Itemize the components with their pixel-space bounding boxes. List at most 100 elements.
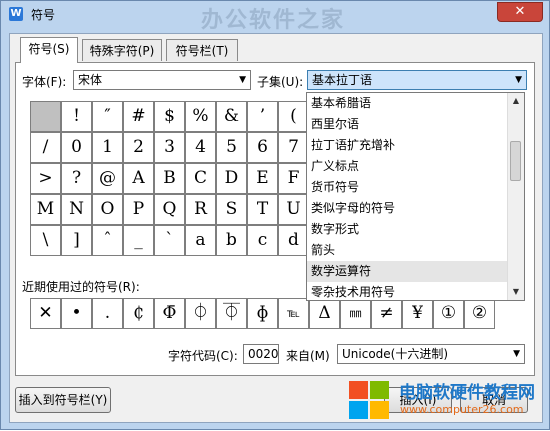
symbol-cell[interactable]: a bbox=[185, 225, 216, 256]
dropdown-item[interactable]: 数字形式 bbox=[307, 219, 508, 240]
tab-special-chars[interactable]: 特殊字符(P) bbox=[82, 39, 162, 61]
symbol-cell[interactable]: # bbox=[123, 101, 154, 132]
dropdown-item[interactable]: 西里尔语 bbox=[307, 114, 508, 135]
brand-url: www.computer26.com bbox=[400, 403, 524, 416]
dropdown-item[interactable]: 箭头 bbox=[307, 240, 508, 261]
recent-symbol-cell[interactable]: ㎜ bbox=[340, 298, 371, 329]
close-button[interactable]: ✕ bbox=[497, 2, 543, 22]
symbol-cell[interactable]: _ bbox=[123, 225, 154, 256]
from-value: Unicode(十六进制) bbox=[342, 347, 449, 361]
symbol-cell[interactable]: 1 bbox=[92, 132, 123, 163]
symbol-cell[interactable]: S bbox=[216, 194, 247, 225]
symbol-cell[interactable]: N bbox=[61, 194, 92, 225]
symbol-cell[interactable]: 5 bbox=[216, 132, 247, 163]
symbol-cell[interactable]: % bbox=[185, 101, 216, 132]
subset-value: 基本拉丁语 bbox=[312, 73, 373, 87]
symbol-cell[interactable]: 7 bbox=[278, 132, 309, 163]
watermark: 办公软件之家 bbox=[201, 8, 346, 33]
symbol-cell[interactable]: E bbox=[247, 163, 278, 194]
symbol-cell[interactable]: Q bbox=[154, 194, 185, 225]
symbol-cell[interactable]: M bbox=[30, 194, 61, 225]
recent-symbol-cell[interactable]: ① bbox=[433, 298, 464, 329]
insert-to-symbol-bar-button[interactable]: 插入到符号栏(Y) bbox=[15, 387, 111, 413]
scroll-up-icon[interactable]: ▲ bbox=[508, 93, 524, 109]
symbol-cell[interactable]: ? bbox=[61, 163, 92, 194]
site-logo: 电脑软硬件教程网 www.computer26.com bbox=[344, 374, 550, 431]
symbol-cell[interactable]: U bbox=[278, 194, 309, 225]
subset-select[interactable]: 基本拉丁语 ▼ bbox=[307, 70, 527, 90]
symbol-cell[interactable] bbox=[30, 101, 61, 132]
recent-symbol-cell[interactable]: ② bbox=[464, 298, 495, 329]
window-title: 符号 bbox=[31, 8, 56, 22]
symbol-dialog: W 符号 办公软件之家 ✕ 符号(S) 特殊字符(P) 符号栏(T) 字体(F)… bbox=[0, 0, 550, 430]
from-select[interactable]: Unicode(十六进制) ▼ bbox=[337, 344, 525, 364]
brand-name: 电脑软硬件教程网 bbox=[399, 383, 535, 403]
recent-symbol-cell[interactable]: ₵ bbox=[123, 298, 154, 329]
symbol-cell[interactable]: / bbox=[30, 132, 61, 163]
symbol-cell[interactable]: 3 bbox=[154, 132, 185, 163]
symbol-cell[interactable]: C bbox=[185, 163, 216, 194]
symbol-cell[interactable]: ` bbox=[154, 225, 185, 256]
dropdown-item[interactable]: 货币符号 bbox=[307, 177, 508, 198]
wps-writer-icon: W bbox=[9, 7, 23, 21]
symbol-cell[interactable]: ˆ bbox=[92, 225, 123, 256]
scroll-down-icon[interactable]: ▼ bbox=[508, 284, 524, 300]
font-select[interactable]: 宋体 ▼ bbox=[73, 70, 251, 90]
recent-symbol-cell[interactable]: • bbox=[61, 298, 92, 329]
symbol-cell[interactable]: > bbox=[30, 163, 61, 194]
recent-symbol-cell[interactable]: ¥ bbox=[402, 298, 433, 329]
dropdown-item[interactable]: 基本希腊语 bbox=[307, 93, 508, 114]
symbol-cell[interactable]: R bbox=[185, 194, 216, 225]
tab-symbol-bar[interactable]: 符号栏(T) bbox=[166, 39, 238, 61]
dropdown-item[interactable]: 数学运算符 bbox=[307, 261, 508, 282]
subset-label: 子集(U): bbox=[257, 75, 304, 89]
windows-logo-icon bbox=[349, 381, 391, 421]
dropdown-scrollbar[interactable]: ▲ ▼ bbox=[507, 93, 524, 300]
symbol-cell[interactable]: ( bbox=[278, 101, 309, 132]
char-code-label: 字符代码(C): bbox=[168, 349, 238, 363]
recent-symbol-cell[interactable]: ✕ bbox=[30, 298, 61, 329]
symbol-cell[interactable]: c bbox=[247, 225, 278, 256]
recent-symbol-cell[interactable]: ℡ bbox=[278, 298, 309, 329]
symbol-cell[interactable]: & bbox=[216, 101, 247, 132]
symbol-cell[interactable]: A bbox=[123, 163, 154, 194]
dropdown-item[interactable]: 广义标点 bbox=[307, 156, 508, 177]
symbol-cell[interactable]: ] bbox=[61, 225, 92, 256]
symbol-cell[interactable]: 2 bbox=[123, 132, 154, 163]
recent-symbol-cell[interactable]: Φ̄ bbox=[154, 298, 185, 329]
symbol-cell[interactable]: P bbox=[123, 194, 154, 225]
tab-symbols[interactable]: 符号(S) bbox=[20, 37, 78, 63]
dropdown-item[interactable]: 拉丁语扩充增补 bbox=[307, 135, 508, 156]
font-label: 字体(F): bbox=[22, 75, 67, 89]
symbol-cell[interactable]: ″ bbox=[92, 101, 123, 132]
recent-symbol-cell[interactable]: ⏀ bbox=[185, 298, 216, 329]
symbol-cell[interactable]: O bbox=[92, 194, 123, 225]
dropdown-item[interactable]: 零杂技术用符号 bbox=[307, 282, 508, 300]
symbol-cell[interactable]: ’ bbox=[247, 101, 278, 132]
chevron-down-icon: ▼ bbox=[239, 75, 246, 85]
symbol-cell[interactable]: T bbox=[247, 194, 278, 225]
symbol-cell[interactable]: 0 bbox=[61, 132, 92, 163]
symbol-cell[interactable]: 4 bbox=[185, 132, 216, 163]
char-code-input[interactable]: 0020 bbox=[243, 344, 279, 364]
recent-symbol-cell[interactable]: . bbox=[92, 298, 123, 329]
recent-symbol-cell[interactable]: ɸ bbox=[247, 298, 278, 329]
recent-symbol-cell[interactable]: ⏁ bbox=[216, 298, 247, 329]
symbol-cell[interactable]: \ bbox=[30, 225, 61, 256]
recent-symbol-cell[interactable]: ≠ bbox=[371, 298, 402, 329]
symbol-cell[interactable]: D bbox=[216, 163, 247, 194]
symbol-cell[interactable]: B bbox=[154, 163, 185, 194]
subset-dropdown-list[interactable]: 基本希腊语 西里尔语 拉丁语扩充增补 广义标点 货币符号 类似字母的符号 数字形式 箭头 数学运… bbox=[306, 92, 525, 301]
symbol-cell[interactable]: F bbox=[278, 163, 309, 194]
scroll-thumb[interactable] bbox=[510, 141, 521, 181]
symbol-cell[interactable]: d bbox=[278, 225, 309, 256]
symbol-cell[interactable]: 6 bbox=[247, 132, 278, 163]
recent-symbol-cell[interactable]: Δ bbox=[309, 298, 340, 329]
symbol-cell[interactable]: @ bbox=[92, 163, 123, 194]
title-bar[interactable]: W 符号 办公软件之家 ✕ bbox=[1, 1, 549, 33]
dropdown-item[interactable]: 类似字母的符号 bbox=[307, 198, 508, 219]
from-label: 来自(M) bbox=[286, 349, 330, 363]
symbol-cell[interactable]: ! bbox=[61, 101, 92, 132]
symbol-cell[interactable]: b bbox=[216, 225, 247, 256]
symbol-cell[interactable]: $ bbox=[154, 101, 185, 132]
